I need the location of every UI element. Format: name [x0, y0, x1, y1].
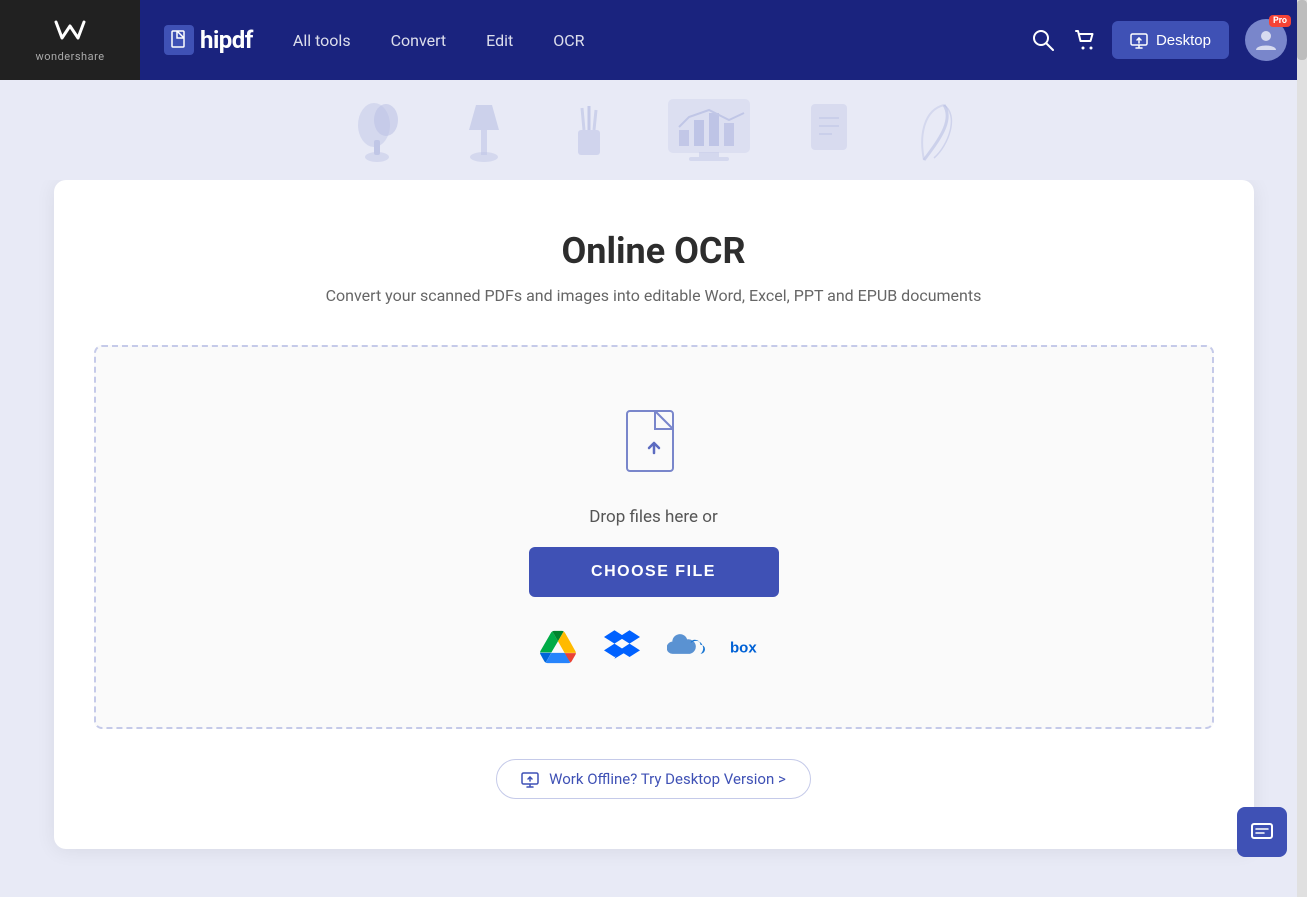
offline-inner[interactable]: Work Offline? Try Desktop Version > [496, 759, 811, 799]
cart-icon [1074, 29, 1096, 51]
page-subtitle: Convert your scanned PDFs and images int… [94, 286, 1214, 305]
desktop-icon [1130, 31, 1148, 49]
pencil-holder-illustration [564, 100, 614, 165]
pro-badge: Pro [1269, 15, 1291, 27]
hipdf-logo[interactable]: hipdf [164, 25, 253, 55]
chat-button[interactable] [1237, 807, 1287, 857]
main-content: Online OCR Convert your scanned PDFs and… [0, 180, 1307, 889]
dropbox-icon[interactable] [602, 627, 642, 667]
wondershare-icon [52, 18, 88, 46]
scrollbar[interactable] [1297, 0, 1307, 897]
nav-links: All tools Convert Edit OCR [293, 31, 1032, 50]
user-avatar-wrap[interactable]: Pro [1245, 19, 1287, 61]
choose-file-button[interactable]: CHOOSE FILE [529, 547, 779, 597]
desktop-btn-label: Desktop [1156, 32, 1211, 49]
navbar: wondershare hipdf All tools Convert Edit… [0, 0, 1307, 80]
onedrive-icon[interactable] [666, 627, 706, 667]
scrollbar-thumb[interactable] [1297, 0, 1307, 60]
offline-text: Work Offline? Try Desktop Version > [549, 770, 786, 788]
offline-banner: Work Offline? Try Desktop Version > [94, 759, 1214, 799]
search-button[interactable] [1032, 29, 1054, 51]
plant-illustration [354, 95, 404, 165]
lamp-illustration [454, 95, 514, 165]
wondershare-brand[interactable]: wondershare [0, 0, 140, 80]
upload-icon-wrap [619, 407, 689, 487]
nav-convert[interactable]: Convert [391, 31, 447, 50]
hipdf-icon [169, 30, 189, 50]
hipdf-text: hipdf [200, 26, 253, 54]
nav-ocr[interactable]: OCR [553, 31, 584, 50]
wondershare-label: wondershare [35, 50, 104, 63]
box-icon[interactable]: box [730, 627, 770, 667]
upload-file-icon [619, 407, 689, 487]
hipdf-icon-box [164, 25, 194, 55]
drop-text: Drop files here or [589, 507, 717, 527]
svg-text:box: box [730, 640, 757, 657]
wondershare-logo: wondershare [35, 18, 104, 63]
nav-all-tools[interactable]: All tools [293, 31, 351, 50]
document-illustration [804, 100, 854, 165]
main-card: Online OCR Convert your scanned PDFs and… [54, 180, 1254, 849]
nav-edit[interactable]: Edit [486, 31, 513, 50]
page-title: Online OCR [94, 230, 1214, 272]
feather-illustration [904, 100, 954, 165]
search-icon [1032, 29, 1054, 51]
user-icon [1253, 27, 1279, 53]
google-drive-icon[interactable] [538, 627, 578, 667]
nav-icons [1032, 29, 1096, 51]
hero-background [0, 80, 1307, 180]
drop-zone[interactable]: Drop files here or CHOOSE FILE [94, 345, 1214, 729]
offline-icon [521, 770, 539, 788]
monitor-illustration [664, 95, 754, 165]
hero-illustrations [354, 95, 954, 165]
desktop-button[interactable]: Desktop [1112, 21, 1229, 59]
cart-button[interactable] [1074, 29, 1096, 51]
cloud-icons: box [538, 627, 770, 667]
chat-icon [1250, 820, 1274, 844]
